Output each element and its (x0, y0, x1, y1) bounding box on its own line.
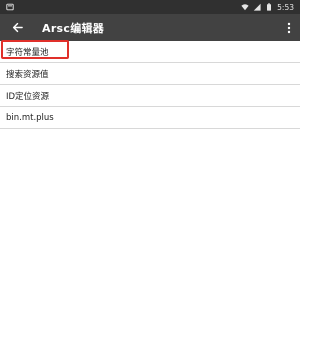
list-item-label: bin.mt.plus (6, 112, 54, 123)
more-options-button[interactable] (278, 14, 300, 41)
list-item-label: ID定位资源 (6, 91, 50, 102)
status-time: 5:53 (277, 2, 294, 12)
signal-icon (253, 3, 261, 11)
back-button[interactable] (0, 14, 34, 41)
list-item-label: 搜索资源值 (6, 69, 49, 80)
status-bar: 5:53 (0, 0, 300, 14)
wifi-icon (241, 4, 249, 11)
list-item-id-locate[interactable]: ID定位资源 (0, 85, 300, 107)
menu-list: 字符常量池 搜索资源值 ID定位资源 bin.mt.plus (0, 41, 300, 129)
battery-icon (267, 3, 272, 11)
list-item-package[interactable]: bin.mt.plus (0, 107, 300, 129)
list-item-string-pool[interactable]: 字符常量池 (0, 41, 300, 63)
status-left (6, 3, 14, 11)
app-bar: Arsc编辑器 (0, 14, 300, 41)
more-vert-icon (287, 22, 291, 33)
list-item-search-resource[interactable]: 搜索资源值 (0, 63, 300, 85)
notification-icon (6, 3, 14, 11)
list-item-label: 字符常量池 (6, 47, 49, 58)
status-right: 5:53 (241, 3, 294, 12)
back-arrow-icon (12, 22, 23, 33)
app-title: Arsc编辑器 (42, 21, 105, 35)
